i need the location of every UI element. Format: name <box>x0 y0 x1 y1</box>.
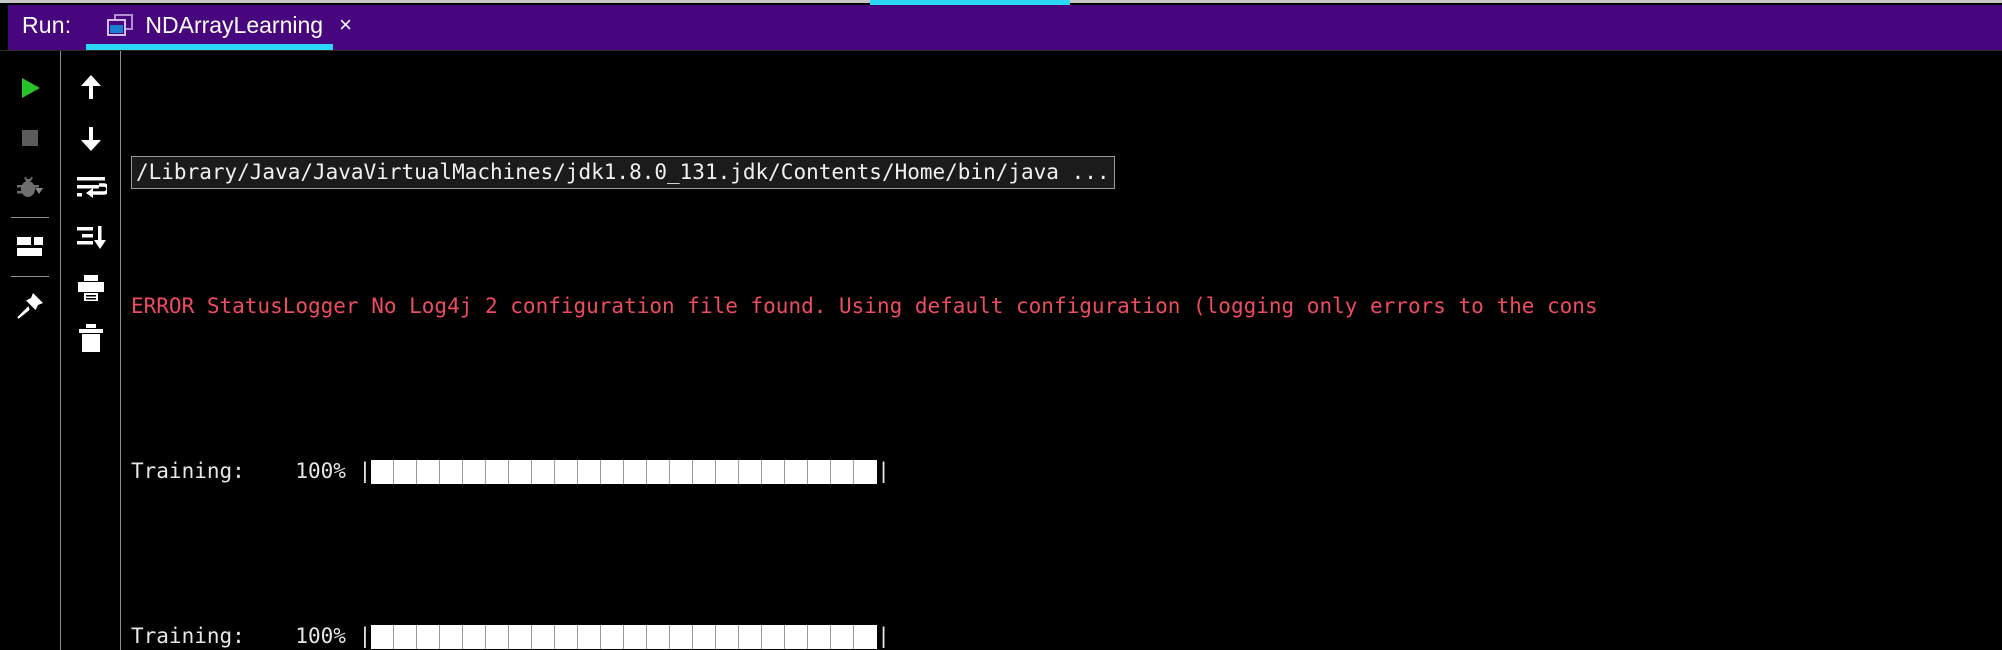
top-strip-cyan-highlight <box>870 0 1070 5</box>
top-strip-left <box>0 0 870 3</box>
close-icon[interactable]: × <box>339 14 352 36</box>
error-line: ERROR StatusLogger No Log4j 2 configurat… <box>131 294 1598 318</box>
tab-label: NDArrayLearning <box>145 11 324 38</box>
down-the-stack-trace-button[interactable] <box>61 113 121 163</box>
rerun-failed-tests-button[interactable] <box>0 163 60 213</box>
print-button[interactable] <box>61 263 121 313</box>
printer-icon <box>77 275 104 301</box>
run-tab-bar: Run: NDArrayLearning × <box>0 0 2002 50</box>
progress-bar-right-delimiter-2: | <box>877 624 890 648</box>
separator-1 <box>11 217 49 218</box>
stop-button[interactable] <box>0 113 60 163</box>
run-toolbar-secondary <box>60 51 120 650</box>
up-the-stack-trace-button[interactable] <box>61 63 121 113</box>
console-output-panel[interactable]: /Library/Java/JavaVirtualMachines/jdk1.8… <box>120 51 2002 650</box>
pin-tab-button[interactable] <box>0 281 60 331</box>
progress-bar-left-delimiter-2: | <box>358 624 372 648</box>
run-button[interactable] <box>0 63 60 113</box>
separator-2 <box>11 276 49 277</box>
clear-all-button[interactable] <box>61 313 121 363</box>
progress-bar-left-delimiter-1: | <box>358 459 372 483</box>
console-text: /Library/Java/JavaVirtualMachines/jdk1.8… <box>121 51 2002 650</box>
arrow-up-icon <box>80 75 101 99</box>
bug-rerun-icon <box>17 176 43 197</box>
stop-square-icon <box>22 130 38 146</box>
training-progress-row-2: Training: 100% | | <box>131 620 2002 650</box>
training-progress-label-2: Training: 100% <box>131 624 359 648</box>
soft-wrap-button[interactable] <box>61 163 121 213</box>
tab-ndarraylearning[interactable]: NDArrayLearning × <box>99 0 360 50</box>
trash-icon <box>78 324 103 352</box>
command-line[interactable]: /Library/Java/JavaVirtualMachines/jdk1.8… <box>131 156 1115 189</box>
training-progress-bar-1 <box>371 459 878 484</box>
window-icon <box>107 14 134 36</box>
window-top-strip <box>0 0 2002 5</box>
scroll-to-end-icon <box>76 226 106 249</box>
run-toolbar-primary <box>0 51 60 650</box>
soft-wrap-icon <box>76 177 107 198</box>
layout-blocks-icon <box>17 237 43 256</box>
scroll-to-end-button[interactable] <box>61 213 121 263</box>
run-window-body: /Library/Java/JavaVirtualMachines/jdk1.8… <box>0 50 2002 650</box>
layout-button[interactable] <box>0 222 60 272</box>
progress-bar-right-delimiter-1: | <box>877 459 890 483</box>
command-line-row: /Library/Java/JavaVirtualMachines/jdk1.8… <box>131 156 2002 191</box>
top-strip-right <box>1070 0 2002 3</box>
training-progress-bar-2 <box>371 624 878 649</box>
training-progress-row-1: Training: 100% | | <box>131 455 2002 488</box>
header-left-notch <box>0 0 8 50</box>
pin-icon <box>17 293 43 319</box>
run-tool-window: Run: NDArrayLearning × /Library/Java/Jav… <box>0 0 2002 650</box>
training-progress-label-1: Training: 100% <box>131 459 359 483</box>
tab-active-underline <box>86 44 333 50</box>
play-icon <box>22 78 40 98</box>
arrow-down-icon <box>80 127 101 151</box>
run-label: Run: <box>22 11 72 38</box>
